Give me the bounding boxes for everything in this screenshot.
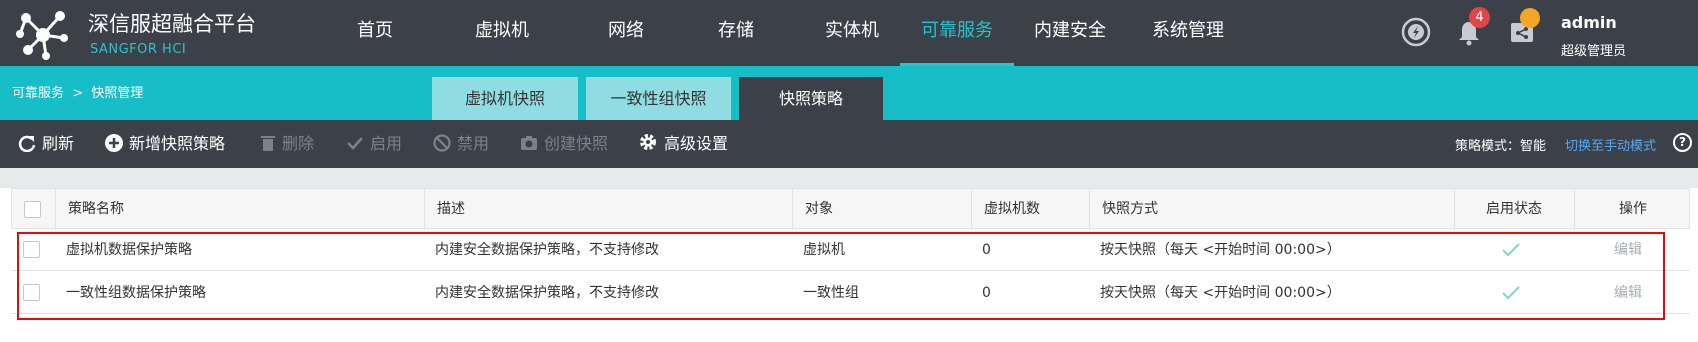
- plus-circle-icon: [105, 134, 123, 152]
- create-snapshot-label: 创建快照: [544, 134, 609, 153]
- policy-vm-count: 0: [982, 242, 991, 258]
- tab-vm-snapshot[interactable]: 虚拟机快照: [432, 77, 578, 120]
- policy-object: 一致性组: [803, 285, 859, 301]
- row-checkbox[interactable]: [23, 284, 40, 301]
- help-icon[interactable]: ?: [1673, 133, 1692, 152]
- brand-subtitle: SANGFOR HCI: [90, 42, 187, 57]
- policy-object: 虚拟机: [803, 242, 845, 258]
- col-vm-count: 虚拟机数: [971, 189, 1091, 230]
- select-all-checkbox[interactable]: [24, 201, 41, 218]
- col-policy-name: 策略名称: [55, 189, 437, 230]
- nav-system[interactable]: 系统管理: [1143, 0, 1233, 66]
- gear-icon: [640, 134, 656, 150]
- check-icon: [347, 137, 363, 150]
- advanced-settings-button[interactable]: 高级设置: [638, 131, 728, 157]
- nav-storage[interactable]: 存储: [706, 0, 766, 66]
- table-header: 策略名称 描述 对象 虚拟机数 快照方式 启用状态 操作: [11, 188, 1691, 230]
- status-dot: [1520, 8, 1540, 28]
- enabled-check-icon: [1502, 243, 1520, 257]
- content-divider: [0, 168, 1698, 188]
- nav-vm[interactable]: 虚拟机: [462, 0, 542, 66]
- advanced-settings-label: 高级设置: [664, 134, 729, 153]
- policy-name: 一致性组数据保护策略: [66, 285, 206, 301]
- nav-security[interactable]: 内建安全: [1030, 0, 1110, 66]
- policy-method: 按天快照（每天 <开始时间 00:00>）: [1100, 285, 1341, 301]
- col-snapshot-method: 快照方式: [1089, 189, 1459, 230]
- delete-button[interactable]: 删除: [260, 131, 314, 157]
- user-name[interactable]: admin: [1561, 13, 1617, 32]
- add-policy-button[interactable]: 新增快照策略: [105, 131, 225, 157]
- disable-button[interactable]: 禁用: [433, 131, 489, 157]
- edit-link[interactable]: 编辑: [1614, 272, 1642, 314]
- refresh-button[interactable]: 刷新: [18, 131, 74, 157]
- col-action: 操作: [1574, 189, 1691, 230]
- notification-badge: 4: [1469, 7, 1490, 28]
- enabled-check-icon: [1502, 286, 1520, 300]
- col-description: 描述: [424, 189, 805, 230]
- tab-consistency-group-snapshot[interactable]: 一致性组快照: [586, 77, 731, 120]
- create-snapshot-button[interactable]: 创建快照: [520, 131, 608, 157]
- disable-label: 禁用: [457, 134, 490, 153]
- breadcrumb: 可靠服务 > 快照管理: [12, 86, 144, 101]
- policy-vm-count: 0: [982, 285, 991, 301]
- table-row[interactable]: 虚拟机数据保护策略 内建安全数据保护策略，不支持修改 虚拟机 0 按天快照（每天…: [11, 229, 1690, 271]
- table-row[interactable]: 一致性组数据保护策略 内建安全数据保护策略，不支持修改 一致性组 0 按天快照（…: [11, 272, 1690, 314]
- col-object: 对象: [792, 189, 982, 230]
- add-policy-label: 新增快照策略: [129, 134, 226, 153]
- nav-physical[interactable]: 实体机: [812, 0, 892, 66]
- policy-description: 内建安全数据保护策略，不支持修改: [435, 285, 659, 301]
- ban-icon: [433, 134, 451, 152]
- enable-label: 启用: [370, 134, 403, 153]
- trash-icon: [261, 136, 275, 151]
- delete-label: 删除: [282, 134, 315, 153]
- nav-reliable-services[interactable]: 可靠服务: [900, 0, 1014, 66]
- nav-network[interactable]: 网络: [596, 0, 656, 66]
- switch-manual-mode-link[interactable]: 切换至手动模式: [1565, 135, 1656, 154]
- policy-name: 虚拟机数据保护策略: [66, 242, 192, 258]
- camera-icon: [521, 136, 537, 150]
- refresh-icon: [18, 135, 36, 153]
- sangfor-logo-icon: [16, 11, 68, 60]
- policy-method: 按天快照（每天 <开始时间 00:00>）: [1100, 242, 1341, 258]
- user-role: 超级管理员: [1561, 44, 1627, 59]
- policy-mode-label: 策略模式：智能: [1455, 139, 1547, 154]
- row-checkbox[interactable]: [23, 241, 40, 258]
- toolbar: [0, 120, 1698, 168]
- edit-link[interactable]: 编辑: [1614, 229, 1642, 271]
- tab-snapshot-policy[interactable]: 快照策略: [739, 77, 883, 120]
- policy-description: 内建安全数据保护策略，不支持修改: [435, 242, 659, 258]
- brand-title: 深信服超融合平台: [88, 12, 256, 36]
- dashboard-icon[interactable]: [1401, 17, 1431, 47]
- nav-home[interactable]: 首页: [340, 0, 410, 66]
- refresh-label: 刷新: [42, 134, 75, 153]
- enable-button[interactable]: 启用: [346, 131, 402, 157]
- col-enabled-status: 启用状态: [1454, 189, 1573, 230]
